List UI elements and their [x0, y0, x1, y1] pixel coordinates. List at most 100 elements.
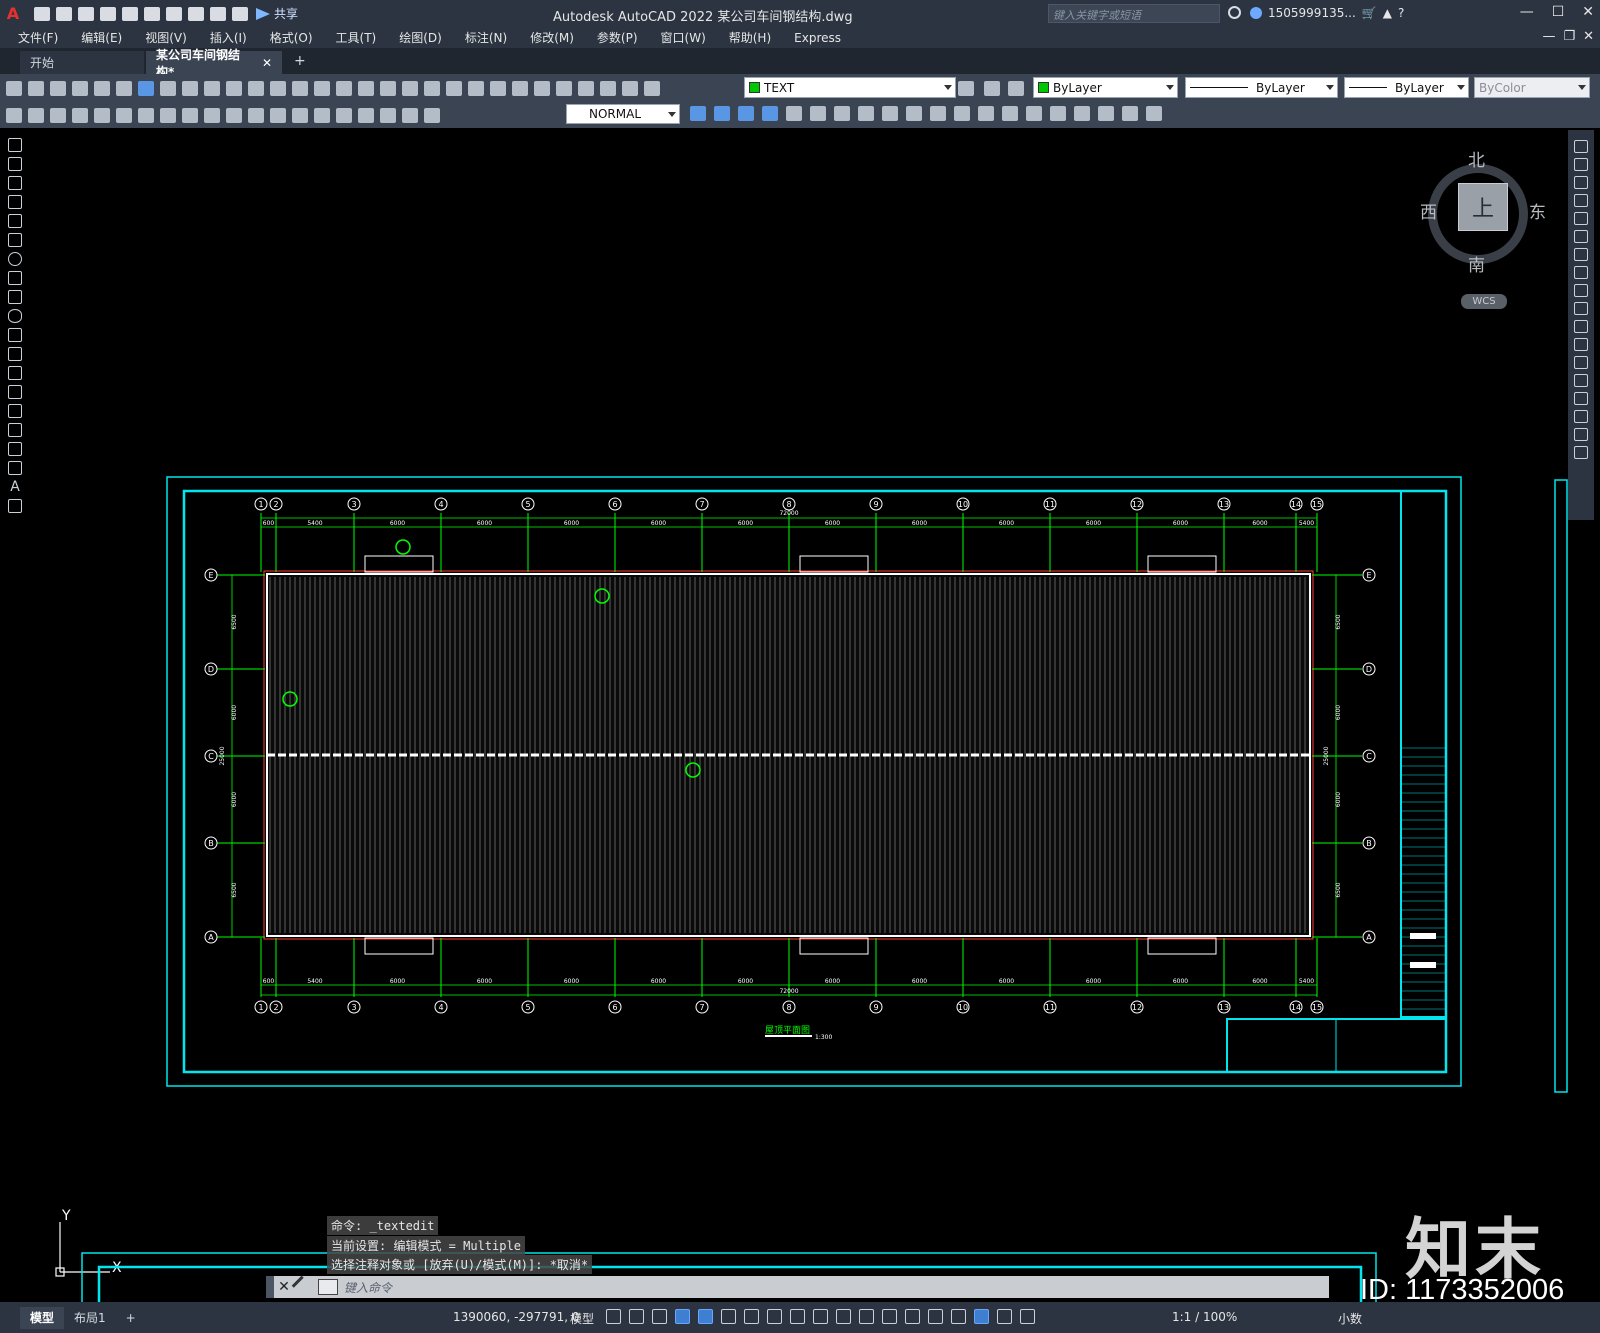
- side-dimension-text: 6000: [1335, 705, 1342, 720]
- grid-label: 15: [1312, 500, 1322, 509]
- selection-cycling-icon[interactable]: [859, 1309, 874, 1324]
- dimension-text: 6000: [390, 520, 405, 527]
- grid-label: 5: [525, 500, 530, 509]
- dimension-text: 6000: [825, 978, 840, 985]
- snap-icon[interactable]: [629, 1309, 644, 1324]
- side-dimension-text: 6000: [231, 705, 238, 720]
- drawing-canvas[interactable]: 1 2 3 4 5 6 7 8 9 10 11 12 13 14 15 1 2 3 4 5 6 7 8 9 10 11 12 13 1…: [0, 0, 1600, 1333]
- dynamic-ucs-icon[interactable]: [905, 1309, 920, 1324]
- grid-label: 5: [525, 1003, 530, 1012]
- compass-north[interactable]: 北: [1468, 146, 1485, 171]
- wcs-menu[interactable]: WCS: [1461, 294, 1507, 309]
- grid-label: 2: [273, 500, 278, 509]
- isodraft-icon[interactable]: [744, 1309, 759, 1324]
- dimension-text: 6000: [651, 520, 666, 527]
- transparency-icon[interactable]: [836, 1309, 851, 1324]
- dynamic-input-icon[interactable]: [675, 1309, 690, 1324]
- annotation-scale[interactable]: 1:1 / 100%: [1172, 1310, 1237, 1324]
- grid-label: 9: [873, 1003, 878, 1012]
- grid-label: 1: [258, 1003, 263, 1012]
- lineweight-icon[interactable]: [813, 1309, 828, 1324]
- grid-label: 13: [1219, 1003, 1229, 1012]
- grid-label: D: [1366, 665, 1372, 674]
- dimension-text: 600: [263, 978, 275, 985]
- grid-icon[interactable]: [606, 1309, 621, 1324]
- object-snap-tracking-icon[interactable]: [767, 1309, 782, 1324]
- dimension-text: 5400: [307, 978, 322, 985]
- command-prompt-icon[interactable]: [318, 1279, 338, 1295]
- gizmo-icon[interactable]: [951, 1309, 966, 1324]
- dimension-text: 5400: [1299, 978, 1314, 985]
- canopy-bottom-2: [799, 937, 869, 955]
- infer-constraints-icon[interactable]: [652, 1309, 667, 1324]
- dimension-text: 6000: [1252, 520, 1267, 527]
- overall-dimension-text: 72000: [779, 510, 798, 517]
- viewcube-top-face[interactable]: 上: [1458, 183, 1508, 231]
- grid-bubbles-bottom: 1 2 3 4 5 6 7 8 9 10 11 12 13 14 15: [254, 1000, 1324, 1014]
- grid-label: C: [1366, 752, 1372, 761]
- grid-label: 2: [273, 1003, 278, 1012]
- grid-label: 1: [258, 500, 263, 509]
- dimension-text: 6000: [477, 978, 492, 985]
- compass-west[interactable]: 西: [1420, 198, 1437, 223]
- viewcube[interactable]: 上 北 南 西 东: [1420, 150, 1546, 276]
- grid-label: B: [208, 839, 214, 848]
- grid-label: A: [1366, 933, 1372, 942]
- annotation-scale-icon[interactable]: [1020, 1309, 1035, 1324]
- side-dimension-text: 6500: [231, 614, 238, 629]
- grid-label: 8: [786, 1003, 791, 1012]
- dimension-text: 6000: [564, 978, 579, 985]
- command-history-line: 选择注释对象或 [放弃(U)/模式(M)]: *取消*: [327, 1255, 593, 1274]
- command-history-line: 当前设置: 编辑模式 = Multiple: [327, 1236, 525, 1255]
- grid-label: C: [208, 752, 214, 761]
- cursor-coordinates: 1390060, -297791, 0: [453, 1310, 580, 1324]
- ortho-icon[interactable]: [698, 1309, 713, 1324]
- dimension-text: 6000: [912, 520, 927, 527]
- grid-label: A: [208, 933, 214, 942]
- watermark-id: ID: 1173352006: [1360, 1274, 1565, 1306]
- grid-label: 4: [438, 500, 443, 509]
- dimension-text: 6000: [651, 978, 666, 985]
- dimension-text: 5400: [307, 520, 322, 527]
- auto-scale-icon[interactable]: [997, 1309, 1012, 1324]
- object-snap-icon[interactable]: [790, 1309, 805, 1324]
- caption-scale: 1:300: [815, 1034, 832, 1041]
- model-space-toggle[interactable]: 模型: [570, 1310, 594, 1327]
- command-close-icon[interactable]: ✕: [274, 1279, 294, 1295]
- command-input[interactable]: 键入命令: [344, 1279, 392, 1296]
- grid-bubbles-left: E D C B A: [204, 568, 218, 944]
- grid-label: 6: [612, 500, 617, 509]
- polar-tracking-icon[interactable]: [721, 1309, 736, 1324]
- dimension-text: 6000: [1173, 978, 1188, 985]
- compass-south[interactable]: 南: [1468, 251, 1485, 276]
- dimension-text: 6000: [1086, 520, 1101, 527]
- grid-label: E: [1366, 571, 1371, 580]
- dimension-text: 6000: [564, 520, 579, 527]
- grid-label: 3: [351, 500, 356, 509]
- side-total-text: 25000: [1323, 746, 1330, 765]
- compass-east[interactable]: 东: [1529, 198, 1546, 223]
- canopy-top-1: [364, 555, 434, 573]
- annotation-visibility-icon[interactable]: [974, 1309, 989, 1324]
- grid-label: 14: [1291, 500, 1301, 509]
- 3d-osnap-icon[interactable]: [882, 1309, 897, 1324]
- add-layout-button[interactable]: +: [116, 1307, 146, 1329]
- selection-filter-icon[interactable]: [928, 1309, 943, 1324]
- customize-wrench-icon[interactable]: [291, 1275, 315, 1299]
- title-block-logo-bar-1: [1410, 933, 1436, 939]
- grid-label: 7: [699, 500, 704, 509]
- dimension-text: 6000: [999, 978, 1014, 985]
- units-display[interactable]: 小数: [1338, 1310, 1362, 1327]
- command-line: ✕ 键入命令: [266, 1275, 1329, 1299]
- grid-label: 13: [1219, 500, 1229, 509]
- status-toggles: [606, 1309, 1035, 1324]
- side-dimension-text: 6000: [1335, 792, 1342, 807]
- grid-label: 8: [786, 500, 791, 509]
- tab-layout1[interactable]: 布局1: [64, 1307, 116, 1329]
- dimension-text: 6000: [912, 978, 927, 985]
- side-dimension-text: 6500: [1335, 882, 1342, 897]
- command-line-grip[interactable]: [266, 1276, 274, 1298]
- overall-dimension-text: 72000: [779, 988, 798, 995]
- tab-model[interactable]: 模型: [20, 1306, 65, 1329]
- grid-label: 15: [1312, 1003, 1322, 1012]
